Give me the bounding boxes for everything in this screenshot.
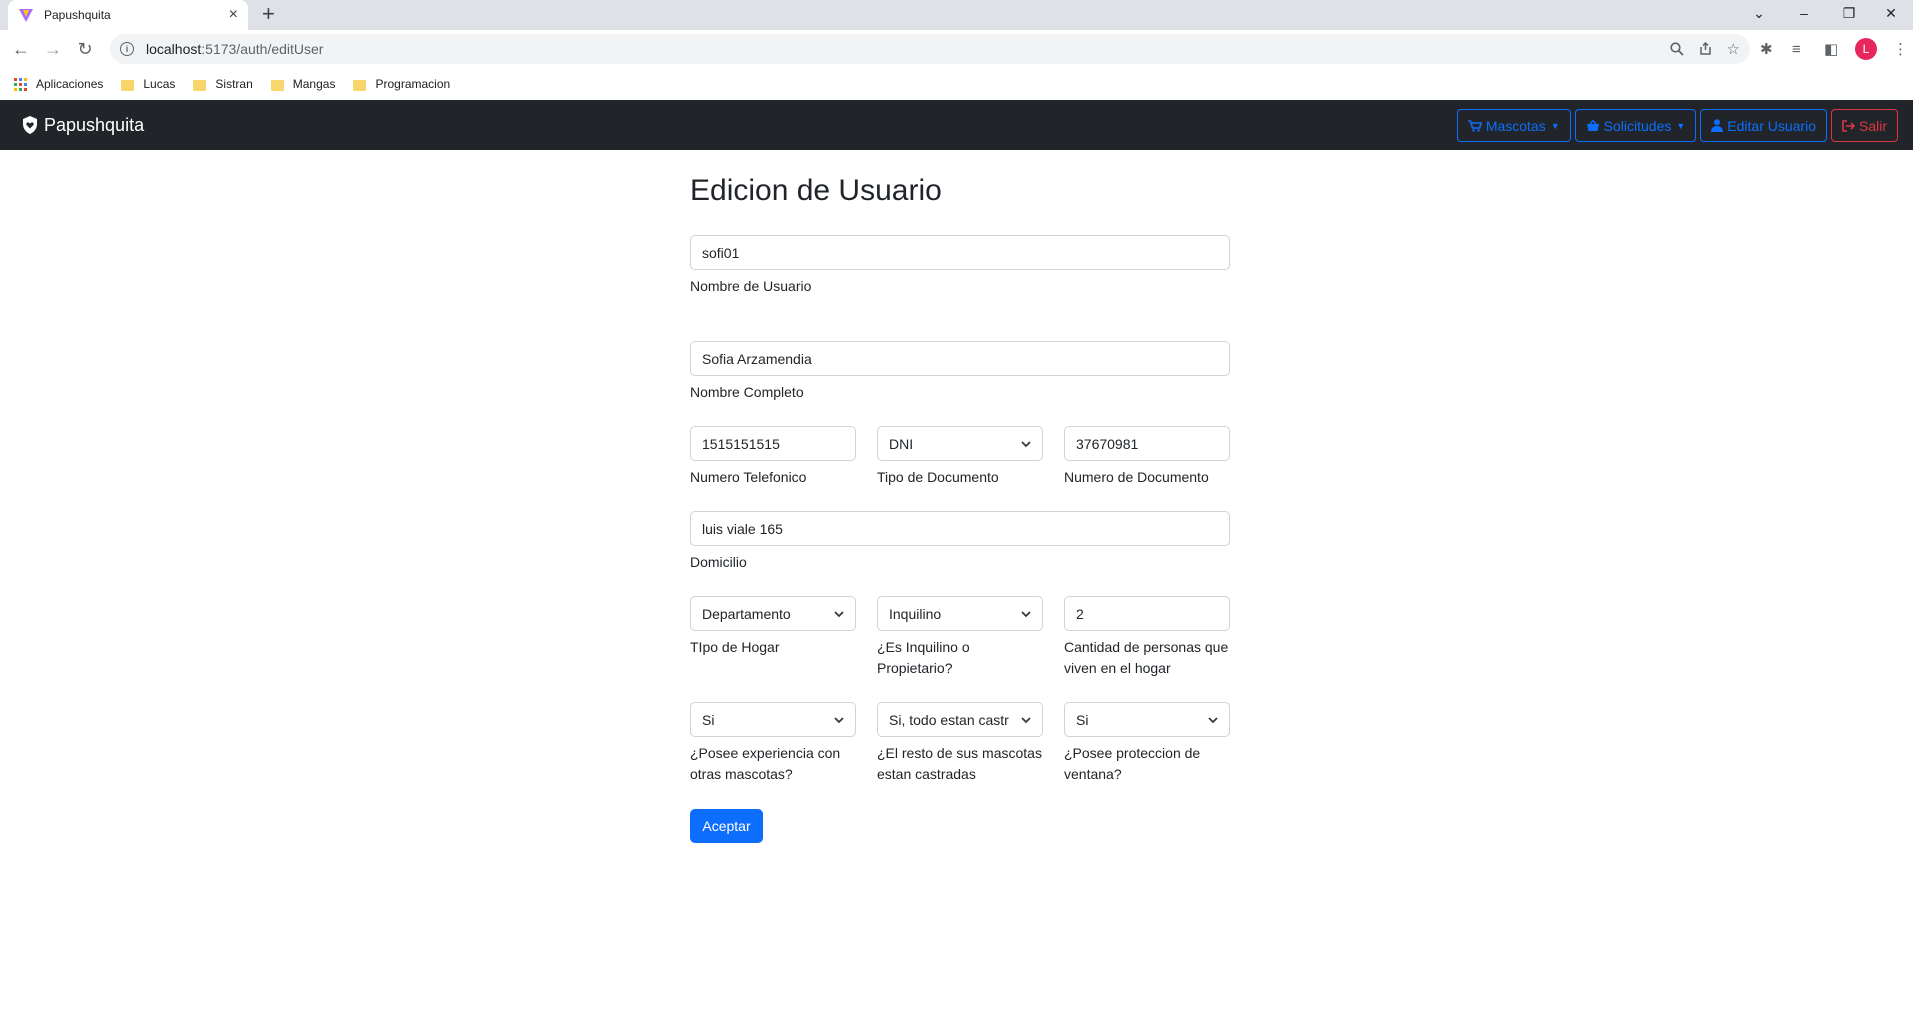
sign-out-icon — [1842, 119, 1855, 132]
people-count-input[interactable]: 2 — [1064, 596, 1230, 631]
chevron-down-icon — [834, 610, 844, 617]
bookmarks-bar: Aplicaciones Lucas Sistran Mangas Progra… — [0, 68, 1913, 100]
reload-icon[interactable]: ↻ — [73, 37, 97, 61]
basket-icon — [1586, 119, 1599, 131]
site-info-icon[interactable]: i — [120, 42, 134, 56]
folder-icon — [353, 79, 367, 91]
home-type-label: TIpo de Hogar — [690, 639, 780, 655]
caret-down-icon: ▼ — [1550, 120, 1560, 131]
phone-input[interactable]: 1515151515 — [690, 426, 856, 461]
castrated-label: ¿El resto de sus mascotas estan castrada… — [877, 745, 1042, 782]
vite-favicon-icon — [19, 9, 33, 22]
app-navbar: Papushquita Mascotas ▼ Solicitudes ▼ Edi… — [0, 100, 1913, 150]
restore-button[interactable]: ❐ — [1827, 0, 1871, 26]
tenant-label: ¿Es Inquilino o Propietario? — [877, 639, 970, 676]
extensions-icon[interactable]: ✱ — [1760, 37, 1773, 61]
solicitudes-dropdown-button[interactable]: Solicitudes ▼ — [1574, 109, 1697, 142]
experience-group: Si ¿Posee experiencia con otras mascotas… — [690, 702, 856, 785]
address-label: Domicilio — [690, 554, 747, 570]
chevron-down-icon — [1021, 610, 1031, 617]
castrated-select[interactable]: Si, todo estan castr — [877, 702, 1043, 737]
tab-title: Papushquita — [44, 8, 111, 22]
bookmark-star-icon[interactable]: ☆ — [1727, 40, 1740, 58]
bookmark-aplicaciones[interactable]: Aplicaciones — [14, 77, 103, 91]
folder-icon — [121, 79, 135, 91]
apps-icon — [14, 77, 27, 91]
tab-close-icon[interactable]: × — [229, 6, 238, 24]
window-protection-group: Si ¿Posee proteccion de ventana? — [1064, 702, 1230, 785]
address-input[interactable]: luis viale 165 — [690, 511, 1230, 546]
chevron-down-icon — [1021, 440, 1031, 447]
editar-usuario-button[interactable]: Editar Usuario — [1700, 109, 1827, 142]
forward-icon[interactable]: → — [41, 37, 65, 61]
close-window-button[interactable]: ✕ — [1869, 0, 1913, 26]
user-icon — [1711, 119, 1724, 132]
address-bar[interactable]: i localhost:5173/auth/editUser ☆ — [110, 34, 1750, 64]
chevron-down-icon — [834, 716, 844, 723]
chevron-down-icon — [1208, 716, 1218, 723]
tenant-select[interactable]: Inquilino — [877, 596, 1043, 631]
brand-name: Papushquita — [44, 114, 145, 135]
cart-icon — [1467, 119, 1482, 132]
browser-tabstrip: Papushquita × + ⌄ – ❐ ✕ — [0, 0, 1913, 30]
doc-number-input[interactable]: 37670981 — [1064, 426, 1230, 461]
fullname-group: Sofia Arzamendia Nombre Completo — [690, 341, 1230, 403]
username-input[interactable]: sofi01 — [690, 235, 1230, 270]
phone-label: Numero Telefonico — [690, 469, 807, 485]
window-protection-label: ¿Posee proteccion de ventana? — [1064, 745, 1201, 782]
castrated-group: Si, todo estan castr ¿El resto de sus ma… — [877, 702, 1043, 785]
folder-icon — [270, 79, 284, 91]
page-title: Edicion de Usuario — [690, 174, 942, 207]
window-protection-select[interactable]: Si — [1064, 702, 1230, 737]
tab-search-icon[interactable]: ⌄ — [1737, 0, 1781, 26]
folder-icon — [193, 79, 207, 91]
doc-number-label: Numero de Documento — [1064, 469, 1209, 485]
bookmark-sistran[interactable]: Sistran — [193, 77, 253, 91]
doc-type-label: Tipo de Documento — [877, 469, 999, 485]
back-icon[interactable]: ← — [9, 37, 33, 61]
doc-type-group: DNI Tipo de Documento — [877, 426, 1043, 488]
fullname-label: Nombre Completo — [690, 384, 804, 400]
url-text: localhost:5173/auth/editUser — [146, 41, 324, 57]
home-type-select[interactable]: Departamento — [690, 596, 856, 631]
media-control-icon[interactable]: ≡ — [1792, 37, 1801, 61]
aceptar-button[interactable]: Aceptar — [690, 809, 763, 843]
navbar-brand[interactable]: Papushquita — [22, 100, 144, 150]
bookmark-lucas[interactable]: Lucas — [121, 77, 175, 91]
browser-menu-icon[interactable]: ⋮ — [1893, 37, 1908, 61]
people-count-label: Cantidad de personas que viven en el hog… — [1064, 639, 1229, 676]
minimize-button[interactable]: – — [1782, 0, 1826, 26]
address-group: luis viale 165 Domicilio — [690, 511, 1230, 573]
experience-select[interactable]: Si — [690, 702, 856, 737]
mascotas-dropdown-button[interactable]: Mascotas ▼ — [1456, 109, 1571, 142]
zoom-icon[interactable] — [1669, 42, 1684, 56]
home-type-group: Departamento TIpo de Hogar — [690, 596, 856, 658]
phone-group: 1515151515 Numero Telefonico — [690, 426, 856, 488]
browser-tab[interactable]: Papushquita × — [8, 0, 248, 30]
profile-avatar[interactable]: L — [1855, 37, 1877, 61]
people-group: 2 Cantidad de personas que viven en el h… — [1064, 596, 1230, 679]
browser-toolbar: ← → ↻ i localhost:5173/auth/editUser ☆ ✱… — [0, 30, 1913, 68]
tenant-group: Inquilino ¿Es Inquilino o Propietario? — [877, 596, 1043, 679]
bookmark-programacion[interactable]: Programacion — [353, 77, 450, 91]
navbar-actions: Mascotas ▼ Solicitudes ▼ Editar Usuario … — [1456, 109, 1898, 142]
username-label: Nombre de Usuario — [690, 278, 812, 294]
share-icon[interactable] — [1698, 42, 1713, 56]
doc-number-group: 37670981 Numero de Documento — [1064, 426, 1230, 488]
experience-label: ¿Posee experiencia con otras mascotas? — [690, 745, 841, 782]
caret-down-icon: ▼ — [1676, 120, 1686, 131]
username-group: sofi01 Nombre de Usuario — [690, 235, 1230, 297]
fullname-input[interactable]: Sofia Arzamendia — [690, 341, 1230, 376]
new-tab-button[interactable]: + — [262, 3, 275, 25]
doc-type-select[interactable]: DNI — [877, 426, 1043, 461]
shield-heart-icon — [23, 116, 37, 134]
bookmark-mangas[interactable]: Mangas — [270, 77, 335, 91]
salir-button[interactable]: Salir — [1830, 109, 1898, 142]
chevron-down-icon — [1021, 716, 1031, 723]
side-panel-icon[interactable]: ◧ — [1824, 37, 1838, 61]
